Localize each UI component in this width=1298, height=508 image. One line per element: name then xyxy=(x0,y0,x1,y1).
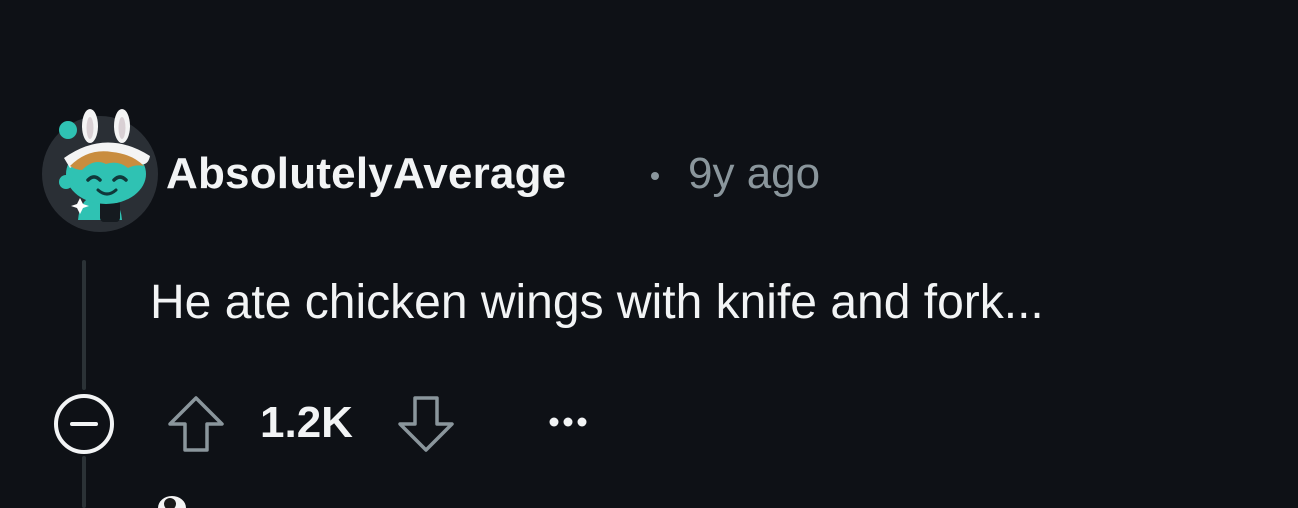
avatar[interactable] xyxy=(40,108,160,233)
comment-body: He ate chicken wings with knife and fork… xyxy=(150,276,1044,329)
avatar-icon xyxy=(158,496,186,508)
more-options-icon xyxy=(549,417,587,427)
downvote-button[interactable] xyxy=(394,392,458,456)
upvote-arrow-icon xyxy=(168,396,224,452)
comment-author[interactable]: AbsolutelyAverage xyxy=(166,148,566,200)
snoo-avatar-icon xyxy=(42,109,158,232)
thread-line-continuation[interactable] xyxy=(82,456,86,508)
thread-line[interactable] xyxy=(82,260,86,390)
collapse-button[interactable] xyxy=(52,392,116,456)
upvote-button[interactable] xyxy=(164,392,228,456)
downvote-arrow-icon xyxy=(398,396,454,452)
separator-dot xyxy=(651,172,659,180)
vote-score: 1.2K xyxy=(260,398,353,447)
reply-avatar[interactable] xyxy=(150,490,196,508)
comment-container: AbsolutelyAverage 9y ago He ate chicken … xyxy=(0,0,1298,508)
comment-timestamp: 9y ago xyxy=(688,149,821,198)
more-options-button[interactable] xyxy=(540,402,600,442)
collapse-minus-icon xyxy=(54,394,114,454)
